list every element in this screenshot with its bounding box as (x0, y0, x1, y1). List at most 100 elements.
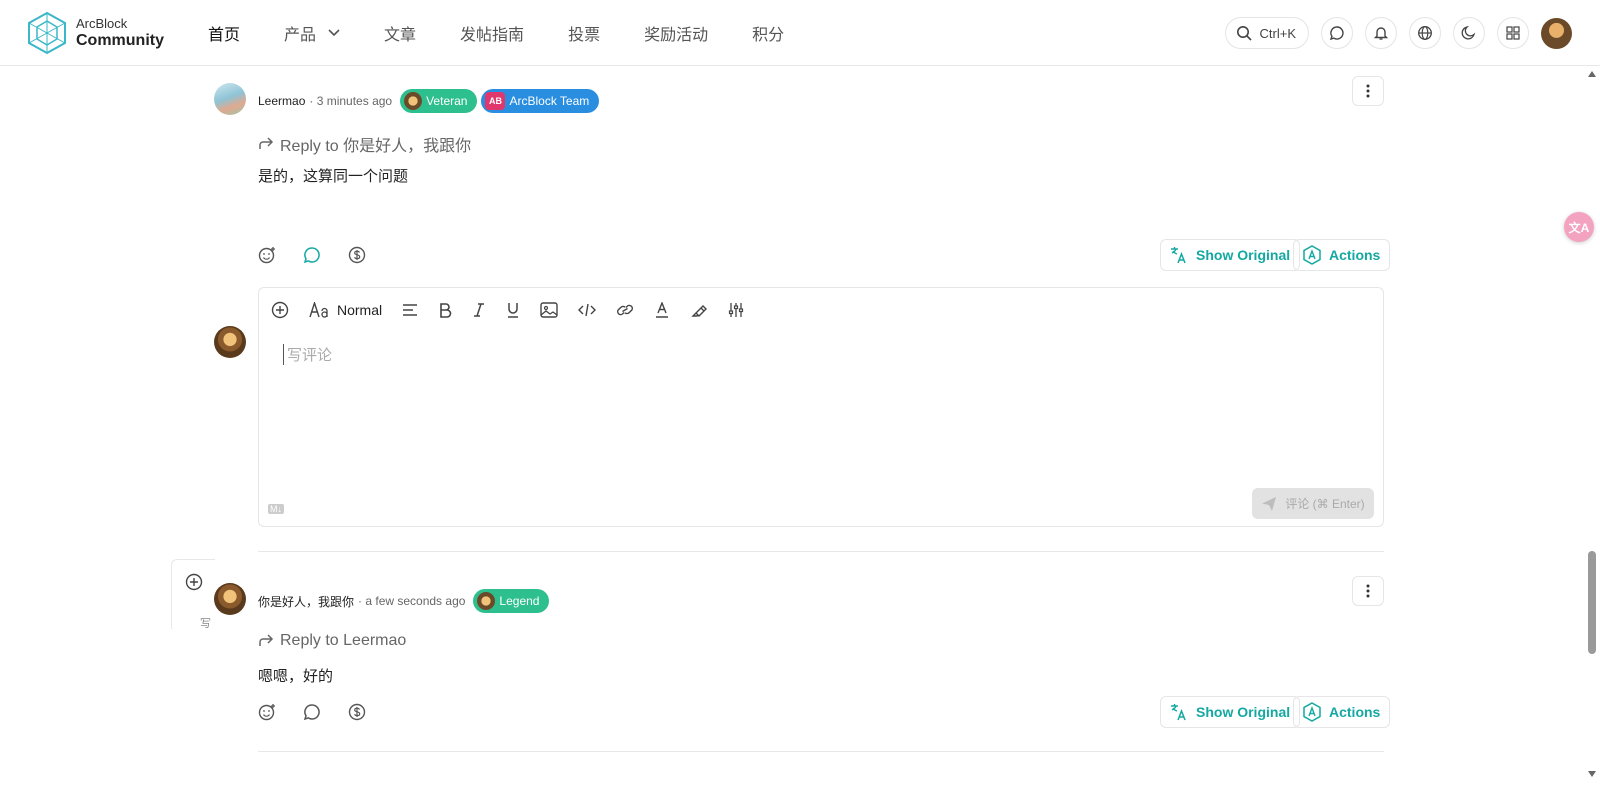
bold-button[interactable] (438, 302, 452, 318)
emoji-add-icon (258, 704, 275, 721)
highlight-button[interactable] (690, 301, 708, 319)
top-header: ArcBlock Community 首页 产品 文章 发帖指南 投票 奖励活动… (0, 0, 1600, 66)
text-color-button[interactable] (654, 302, 670, 318)
dollar-coin-icon (348, 703, 366, 721)
comment-icon (303, 247, 320, 264)
insert-button[interactable] (271, 301, 289, 319)
nav-item-products[interactable]: 产品 (284, 21, 340, 45)
composer-avatar (214, 326, 246, 358)
show-original-button[interactable]: Show Original (1160, 239, 1301, 271)
theme-toggle-button[interactable] (1453, 17, 1485, 49)
scrollbar[interactable] (1587, 66, 1597, 793)
submit-comment-button[interactable]: 评论 (⌘ Enter) (1252, 488, 1374, 519)
comment-body: 是的，这算同一个问题 (258, 168, 409, 185)
show-original-label: Show Original (1196, 247, 1291, 263)
search-icon (1236, 26, 1252, 41)
image-button[interactable] (540, 302, 558, 318)
language-button[interactable] (1409, 17, 1441, 49)
legend-badge: Legend (473, 589, 550, 613)
show-original-button[interactable]: Show Original (1160, 696, 1301, 728)
nav-item-products-label: 产品 (284, 27, 317, 44)
user-avatar[interactable] (1541, 17, 1572, 49)
side-hint-text: 写 (200, 618, 211, 630)
add-reaction-button[interactable] (258, 703, 276, 721)
logo-bottom-text: Community (76, 32, 164, 49)
align-button[interactable] (402, 303, 418, 317)
comment-avatar[interactable] (214, 583, 246, 615)
comment-actions (258, 246, 393, 264)
reply-arrow-icon (259, 634, 274, 646)
more-vertical-icon (1366, 584, 1370, 598)
chevron-down-icon (328, 26, 340, 40)
notifications-button[interactable] (1365, 17, 1397, 49)
veteran-badge-label: Veteran (426, 94, 468, 108)
scroll-down-arrow-icon[interactable] (1588, 771, 1596, 777)
text-format-dropdown[interactable]: Normal (309, 302, 382, 318)
submit-comment-label: 评论 (⌘ Enter) (1285, 497, 1365, 511)
legend-badge-icon (477, 592, 496, 610)
emoji-add-icon (258, 247, 275, 264)
legend-badge-label: Legend (499, 594, 540, 608)
nav-item-home[interactable]: 首页 (208, 21, 240, 45)
comment-editor[interactable]: Normal 写评论 M↓ 评论 (⌘ Enter) (258, 287, 1384, 527)
comment-meta: Leermao · 3 minutes ago Veteran AB ArcBl… (258, 89, 600, 113)
reply-button[interactable] (303, 703, 321, 721)
bold-icon (440, 303, 452, 318)
show-original-label: Show Original (1196, 704, 1291, 720)
logo[interactable]: ArcBlock Community (27, 11, 164, 55)
translate-icon (1171, 247, 1186, 264)
comment-more-button[interactable] (1352, 576, 1384, 606)
actions-label: Actions (1329, 704, 1381, 720)
nav-item-rewards[interactable]: 奖励活动 (644, 21, 708, 45)
font-size-icon (309, 302, 328, 318)
markdown-icon: M↓ (268, 504, 284, 514)
comment-meta: 你是好人，我跟你 · a few seconds ago Legend (258, 589, 550, 613)
link-button[interactable] (616, 302, 634, 318)
reply-button[interactable] (303, 246, 321, 264)
add-reaction-button[interactable] (258, 246, 276, 264)
actions-button[interactable]: Actions (1293, 239, 1391, 271)
search-button[interactable]: Ctrl+K (1224, 17, 1309, 49)
align-left-icon (403, 304, 418, 316)
tip-button[interactable] (348, 246, 366, 264)
tip-button[interactable] (348, 703, 366, 721)
underline-button[interactable] (506, 302, 520, 318)
comment-author[interactable]: 你是好人，我跟你 (258, 593, 354, 610)
translate-icon (1171, 704, 1186, 721)
apps-button[interactable] (1497, 17, 1529, 49)
team-badge-label: ArcBlock Team (509, 94, 590, 108)
italic-button[interactable] (472, 302, 486, 318)
comment-more-button[interactable] (1352, 76, 1384, 106)
side-add-button[interactable] (185, 573, 203, 596)
nav-item-articles[interactable]: 文章 (384, 21, 416, 45)
moon-icon (1461, 25, 1476, 40)
reply-to-link[interactable]: Reply to Leermao (258, 632, 406, 650)
comment-avatar[interactable] (214, 83, 246, 115)
header-actions: Ctrl+K (1224, 17, 1572, 49)
scrollbar-thumb[interactable] (1588, 551, 1596, 654)
chat-bubble-icon (1329, 26, 1344, 41)
search-shortcut: Ctrl+K (1259, 25, 1296, 41)
highlighter-icon (691, 305, 708, 317)
bell-icon (1373, 27, 1389, 40)
settings-button[interactable] (728, 302, 744, 318)
image-icon (540, 302, 558, 318)
reply-to-link[interactable]: Reply to 你是好人，我跟你 (258, 132, 471, 156)
nav-item-posting-guide[interactable]: 发帖指南 (460, 21, 524, 45)
comment-author[interactable]: Leermao (258, 94, 305, 108)
comment-time: · 3 minutes ago (309, 94, 393, 108)
main-nav: 首页 产品 文章 发帖指南 投票 奖励活动 积分 (208, 0, 828, 66)
code-button[interactable] (578, 303, 597, 317)
reply-to-text: Reply to 你是好人，我跟你 (280, 138, 472, 155)
scroll-up-arrow-icon[interactable] (1588, 71, 1596, 77)
editor-input[interactable]: 写评论 (283, 344, 332, 365)
underline-icon (508, 303, 519, 318)
chat-button[interactable] (1321, 17, 1353, 49)
nav-item-points[interactable]: 积分 (752, 21, 784, 45)
nav-item-voting[interactable]: 投票 (568, 21, 600, 45)
comment-actions (258, 703, 393, 721)
actions-button[interactable]: Actions (1293, 696, 1391, 728)
comment-divider (258, 551, 1384, 552)
plus-circle-icon (271, 301, 289, 319)
dollar-coin-icon (348, 246, 366, 264)
